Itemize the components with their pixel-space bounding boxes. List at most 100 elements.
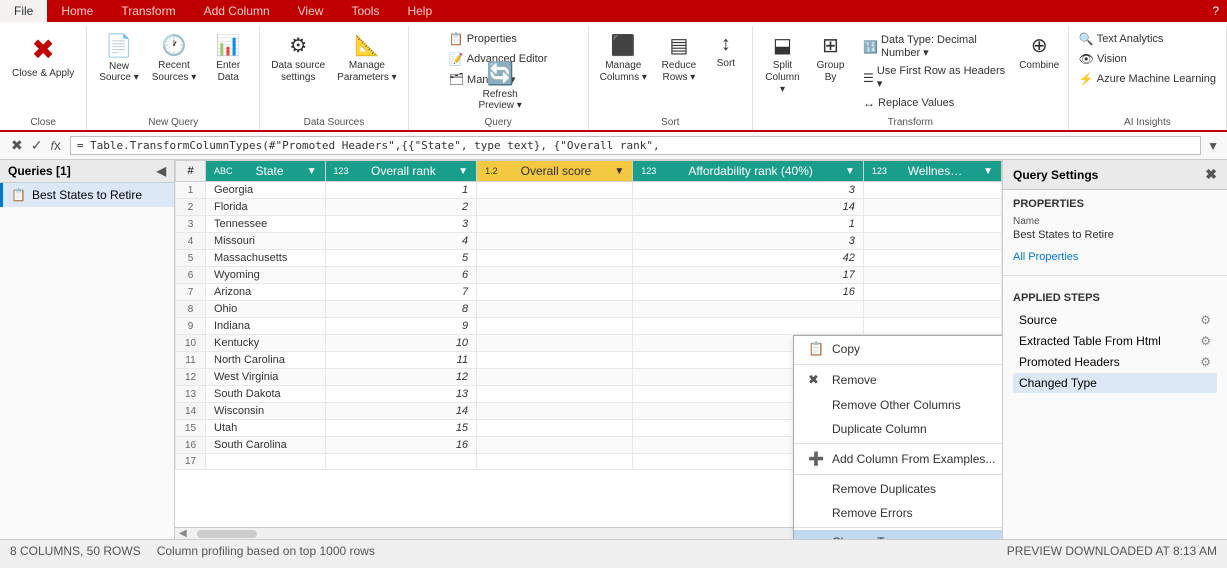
tab-view[interactable]: View <box>284 0 338 22</box>
ribbon-group-new-query: 📄 NewSource ▾ 🕐 RecentSources ▾ 📊 EnterD… <box>87 26 260 130</box>
replace-values-ribbon-button[interactable]: ↔ Replace Values <box>859 94 1011 112</box>
score-cell <box>477 386 633 403</box>
sort-button[interactable]: ↕ Sort <box>706 30 746 73</box>
row-num-cell: 12 <box>176 369 206 386</box>
score-cell <box>477 216 633 233</box>
col-state-dropdown[interactable]: ▼ <box>307 166 317 177</box>
text-analytics-label: Text Analytics <box>1097 33 1164 45</box>
tab-transform[interactable]: Transform <box>107 0 189 22</box>
ai-group-label: AI Insights <box>1124 114 1171 128</box>
main-area: Queries [1] ◀ 📋 Best States to Retire # … <box>0 160 1227 539</box>
ribbon-group-ai: 🔍 Text Analytics 👁 Vision ⚡ Azure Machin… <box>1069 26 1227 130</box>
rank-cell: 6 <box>325 267 477 284</box>
col-wellness-dropdown[interactable]: ▼ <box>983 166 993 177</box>
data-type-button[interactable]: 🔢 Data Type: Decimal Number ▾ <box>859 32 1011 61</box>
step-changed-type[interactable]: Changed Type <box>1013 373 1217 393</box>
table-row: 3Tennessee31 <box>176 216 1002 233</box>
vision-button[interactable]: 👁 Vision <box>1075 50 1131 68</box>
step-promoted-headers[interactable]: Promoted Headers ⚙ <box>1013 352 1217 372</box>
properties-button[interactable]: 📋 Properties <box>445 30 521 48</box>
replace-values-icon: ↔ <box>863 96 875 110</box>
help-icon[interactable]: ? <box>1212 4 1219 18</box>
ctx-add-from-examples[interactable]: ➕ Add Column From Examples... <box>794 446 1002 472</box>
status-bar: 8 COLUMNS, 50 ROWS Column profiling base… <box>0 539 1227 561</box>
recent-sources-icon: 🕐 <box>162 33 187 58</box>
formula-expand-icon[interactable]: ▼ <box>1207 139 1219 153</box>
formula-cancel-button[interactable]: ✖ <box>8 136 26 155</box>
right-panel-close-button[interactable]: ✖ <box>1205 166 1217 183</box>
col-afford-dropdown[interactable]: ▼ <box>845 166 855 177</box>
rank-cell: 12 <box>325 369 477 386</box>
query-item-best-states[interactable]: 📋 Best States to Retire <box>0 183 174 207</box>
col-header-overall-rank[interactable]: 123 Overall rank ▼ <box>325 161 477 182</box>
wellness-cell <box>863 250 1001 267</box>
recent-sources-button[interactable]: 🕐 RecentSources ▾ <box>147 30 201 87</box>
step-extracted-table[interactable]: Extracted Table From Html ⚙ <box>1013 331 1217 351</box>
scroll-thumb[interactable] <box>197 530 257 538</box>
step-extracted-gear[interactable]: ⚙ <box>1200 334 1211 348</box>
data-source-settings-button[interactable]: ⚙ Data sourcesettings <box>266 30 330 87</box>
vision-icon: 👁 <box>1079 52 1094 66</box>
col-rank-dropdown[interactable]: ▼ <box>458 166 468 177</box>
use-first-row-button[interactable]: ☰ Use First Row as Headers ▾ <box>859 63 1011 92</box>
ctx-remove-duplicates[interactable]: Remove Duplicates <box>794 477 1002 501</box>
col-score-dropdown[interactable]: ▼ <box>614 166 624 177</box>
group-by-button[interactable]: ⊞ GroupBy <box>808 30 853 87</box>
rank-cell: 10 <box>325 335 477 352</box>
tab-tools[interactable]: Tools <box>337 0 393 22</box>
ctx-remove[interactable]: ✖ Remove <box>794 367 1002 393</box>
enter-data-button[interactable]: 📊 EnterData <box>203 30 253 87</box>
step-source[interactable]: Source ⚙ <box>1013 310 1217 330</box>
wellness-cell <box>863 233 1001 250</box>
ribbon: ✖ Close & Apply Close 📄 NewSource ▾ 🕐 Re… <box>0 22 1227 132</box>
step-source-gear[interactable]: ⚙ <box>1200 313 1211 327</box>
score-cell <box>477 403 633 420</box>
col-header-state[interactable]: ABC State ▼ <box>206 161 326 182</box>
split-column-button[interactable]: ⬓ SplitColumn ▾ <box>759 30 806 99</box>
new-source-button[interactable]: 📄 NewSource ▾ <box>93 30 144 86</box>
formula-confirm-button[interactable]: ✓ <box>28 136 46 155</box>
ctx-remove-other[interactable]: Remove Other Columns <box>794 393 1002 417</box>
ctx-duplicate[interactable]: Duplicate Column <box>794 417 1002 441</box>
split-column-label: SplitColumn ▾ <box>764 60 801 96</box>
score-cell <box>477 369 633 386</box>
azure-ml-label: Azure Machine Learning <box>1097 73 1216 85</box>
state-cell: Massachusetts <box>206 250 326 267</box>
col-header-affordability[interactable]: 123 Affordability rank (40%) ▼ <box>633 161 864 182</box>
afford-cell: 42 <box>633 250 864 267</box>
refresh-preview-button[interactable]: 🔄 RefreshPreview ▾ <box>472 58 527 114</box>
wellness-cell <box>863 284 1001 301</box>
azure-ml-button[interactable]: ⚡ Azure Machine Learning <box>1075 70 1220 88</box>
tab-add-column[interactable]: Add Column <box>190 0 284 22</box>
ctx-remove-errors[interactable]: Remove Errors <box>794 501 1002 525</box>
ctx-change-type[interactable]: Change Type ▶ <box>794 530 1002 539</box>
step-changed-type-label: Changed Type <box>1019 376 1097 390</box>
tab-file[interactable]: File <box>0 0 47 22</box>
col-header-overall-score[interactable]: 1.2 Overall score ▼ <box>477 161 633 182</box>
tab-home[interactable]: Home <box>47 0 107 22</box>
close-apply-button[interactable]: ✖ Close & Apply <box>6 30 80 82</box>
manage-parameters-button[interactable]: 📐 ManageParameters ▾ <box>332 30 401 87</box>
state-cell: South Dakota <box>206 386 326 403</box>
reduce-rows-button[interactable]: ▤ ReduceRows ▾ <box>654 30 704 87</box>
queries-collapse-button[interactable]: ◀ <box>157 164 166 178</box>
advanced-editor-icon: 📝 <box>449 52 464 66</box>
wellness-cell <box>863 301 1001 318</box>
step-promoted-gear[interactable]: ⚙ <box>1200 355 1211 369</box>
ctx-copy[interactable]: 📋 Copy <box>794 336 1002 362</box>
enter-data-label: EnterData <box>216 60 240 84</box>
new-source-label: NewSource ▾ <box>99 61 138 83</box>
score-cell <box>477 454 633 470</box>
manage-columns-button[interactable]: ⬛ ManageColumns ▾ <box>595 30 652 87</box>
all-properties-link[interactable]: All Properties <box>1013 251 1078 263</box>
col-header-wellness[interactable]: 123 Wellnes… ▼ <box>863 161 1001 182</box>
col-state-label: State <box>256 164 284 178</box>
tab-help[interactable]: Help <box>393 0 446 22</box>
combine-button[interactable]: ⊕ Combine <box>1017 30 1062 75</box>
right-panel-title: Query Settings <box>1013 168 1098 182</box>
score-cell <box>477 352 633 369</box>
state-cell: Ohio <box>206 301 326 318</box>
use-first-row-label: Use First Row as Headers ▾ <box>877 65 1007 90</box>
text-analytics-button[interactable]: 🔍 Text Analytics <box>1075 30 1168 48</box>
formula-input[interactable] <box>70 136 1201 155</box>
